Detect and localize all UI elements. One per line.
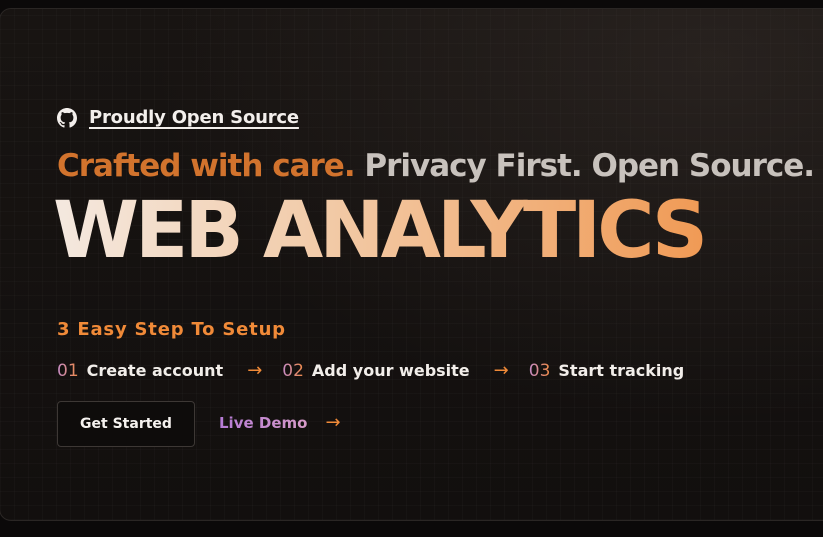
arrow-right-icon: → — [247, 360, 263, 381]
arrow-right-icon: → — [325, 412, 341, 433]
step-number: 02 — [282, 360, 304, 381]
step-label: Add your website — [311, 361, 470, 380]
arrow-right-icon: → — [493, 360, 509, 381]
step-start-tracking: 03 Start tracking — [529, 361, 685, 381]
tagline-accent: Crafted with care. — [57, 148, 356, 184]
step-create-account: 01 Create account — [57, 361, 223, 381]
github-icon — [57, 107, 77, 128]
step-add-website: 02 Add your website — [282, 361, 469, 381]
open-source-label: Proudly Open Source — [89, 107, 299, 128]
hero-title: WEB ANALYTICS — [53, 186, 708, 276]
step-number: 03 — [528, 360, 551, 381]
get-started-button[interactable]: Get Started — [57, 401, 195, 447]
tagline: Crafted with care. Privacy First. Open S… — [57, 148, 815, 184]
step-number: 01 — [57, 360, 79, 381]
step-label: Create account — [86, 361, 224, 380]
steps-heading: 3 Easy Step To Setup — [57, 319, 286, 340]
setup-steps: 01 Create account → 02 Add your website … — [57, 360, 684, 381]
live-demo-label: Live Demo — [219, 414, 308, 432]
tagline-rest: Privacy First. Open Source. — [354, 148, 815, 184]
step-label: Start tracking — [558, 361, 685, 380]
open-source-link[interactable]: Proudly Open Source — [57, 107, 299, 128]
live-demo-link[interactable]: Live Demo → — [219, 412, 341, 433]
